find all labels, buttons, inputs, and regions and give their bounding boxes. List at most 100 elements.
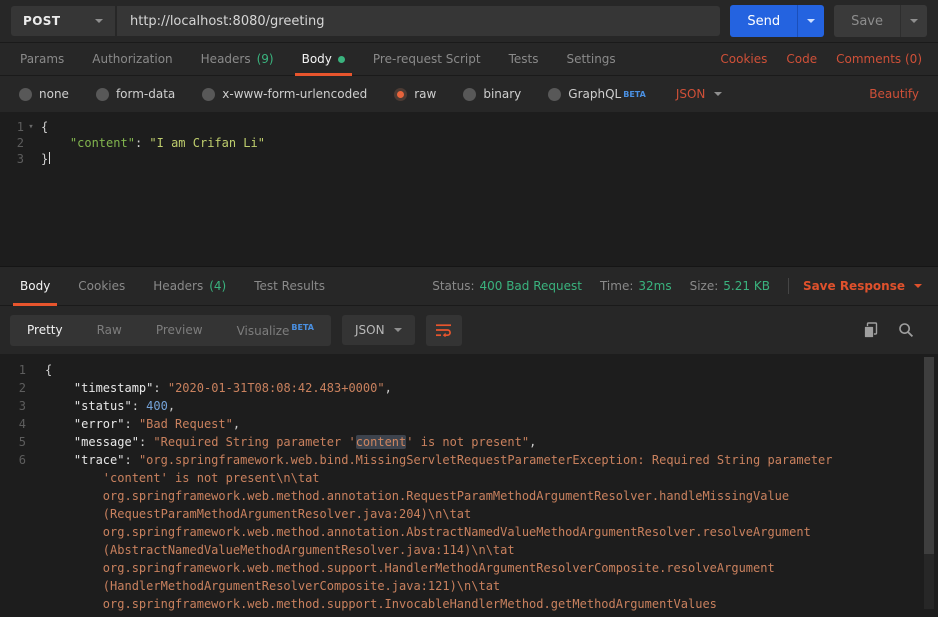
fold-caret-slot [24, 151, 38, 167]
token: : [153, 381, 168, 395]
radio-icon [463, 87, 477, 101]
token: (AbstractNamedValueMethodArgumentResolve… [102, 543, 515, 557]
response-tab-cookies[interactable]: Cookies [64, 267, 139, 305]
wrap-text-button[interactable] [425, 314, 462, 346]
code-line[interactable]: 1{ [0, 361, 938, 379]
view-tab-visualize[interactable]: Visualize BETA [220, 315, 331, 346]
body-type-option-form-data[interactable]: form-data [95, 87, 176, 101]
code-line[interactable]: org.springframework.web.method.support.I… [0, 595, 938, 613]
code-line[interactable]: 1 ▾{ [0, 119, 938, 135]
line-number: 1 [0, 361, 42, 379]
line-number: 1 ▾ [0, 119, 38, 135]
request-language-select[interactable]: JSON [676, 87, 723, 101]
tab-label: Settings [566, 52, 616, 66]
code-text: "status": 400, [42, 397, 175, 415]
token: , [529, 435, 537, 449]
response-language-select[interactable]: JSON [342, 315, 415, 345]
response-body-editor[interactable]: 1{2 "timestamp": "2020-01-31T08:08:42.48… [0, 361, 938, 613]
body-type-option-x-www-form-urlencoded[interactable]: x-www-form-urlencoded [202, 87, 367, 101]
tab-body[interactable]: Body [288, 43, 359, 76]
link-comments-0[interactable]: Comments (0) [836, 52, 922, 66]
token: "Required String parameter ' [153, 435, 356, 449]
view-tab-preview[interactable]: Preview [139, 315, 220, 346]
search-button[interactable] [898, 322, 914, 338]
view-tab-raw[interactable]: Raw [80, 315, 139, 346]
option-label: binary [483, 87, 522, 101]
code-line[interactable]: (AbstractNamedValueMethodArgumentResolve… [0, 541, 938, 559]
response-tab-headers[interactable]: Headers (4) [139, 267, 240, 305]
code-text: (HandlerMethodArgumentResolverComposite.… [42, 577, 500, 595]
link-code[interactable]: Code [786, 52, 817, 66]
line-number: 3 [0, 397, 42, 415]
fold-caret-icon[interactable]: ▾ [24, 119, 38, 135]
body-type-option-none[interactable]: none [19, 87, 69, 101]
tab-tests[interactable]: Tests [495, 43, 553, 75]
tab-settings[interactable]: Settings [552, 43, 629, 75]
save-split-button: Save [834, 5, 927, 37]
tab-pre-request-script[interactable]: Pre-request Script [359, 43, 495, 75]
code-line[interactable]: 3} [0, 151, 938, 167]
body-type-options: none form-data x-www-form-urlencoded raw bin… [19, 87, 646, 101]
link-cookies[interactable]: Cookies [720, 52, 767, 66]
code-line[interactable]: org.springframework.web.method.annotatio… [0, 523, 938, 541]
view-tab-pretty[interactable]: Pretty [10, 315, 80, 346]
token: "error" [73, 417, 125, 431]
code-line[interactable]: 2 "content": "I am Crifan Li" [0, 135, 938, 151]
token: "message" [73, 435, 139, 449]
code-line[interactable]: (RequestParamMethodArgumentResolver.java… [0, 505, 938, 523]
code-line[interactable]: 3 "status": 400, [0, 397, 938, 415]
copy-button[interactable] [863, 321, 879, 339]
send-button[interactable]: Send [730, 5, 798, 37]
tab-label: Body [20, 279, 51, 293]
code-line[interactable]: 2 "timestamp": "2020-01-31T08:08:42.483+… [0, 379, 938, 397]
response-tab-test-results[interactable]: Test Results [240, 267, 339, 305]
save-button[interactable]: Save [834, 5, 900, 37]
tab-headers[interactable]: Headers (9) [187, 43, 288, 75]
token: { [41, 120, 49, 134]
line-number-text: 2 [18, 381, 26, 395]
green-dot-icon [337, 55, 345, 63]
tab-authorization[interactable]: Authorization [78, 43, 186, 75]
view-label: Preview [155, 322, 203, 337]
chevron-down-icon [914, 284, 922, 288]
line-number [0, 577, 42, 595]
token: { [45, 363, 53, 377]
body-type-option-raw[interactable]: raw [394, 87, 436, 101]
code-line[interactable]: 4 "error": "Bad Request", [0, 415, 938, 433]
code-line[interactable]: (HandlerMethodArgumentResolverComposite.… [0, 577, 938, 595]
tab-params[interactable]: Params [6, 43, 78, 75]
scrollbar-thumb[interactable] [924, 357, 934, 554]
code-line[interactable]: 'content' is not present\n\tat [0, 469, 938, 487]
save-options-button[interactable] [900, 5, 927, 37]
code-text: (RequestParamMethodArgumentResolver.java… [42, 505, 471, 523]
line-number [0, 487, 42, 505]
option-label: GraphQL [568, 87, 622, 101]
save-response-button[interactable]: Save Response [803, 279, 922, 293]
code-text: "message": "Required String parameter 'c… [42, 433, 536, 451]
token: : [124, 453, 139, 467]
code-line[interactable]: 6 "trace": "org.springframework.web.bind… [0, 451, 938, 469]
send-options-button[interactable] [797, 5, 825, 37]
method-label: POST [23, 14, 61, 28]
response-tab-body[interactable]: Body [6, 267, 64, 306]
response-action-icons [863, 321, 928, 339]
code-line[interactable]: org.springframework.web.method.annotatio… [0, 487, 938, 505]
option-label: form-data [115, 87, 176, 101]
radio-icon [95, 87, 109, 101]
body-type-option-graphql[interactable]: GraphQL BETA [548, 87, 646, 101]
beautify-link[interactable]: Beautify [869, 87, 919, 101]
code-line[interactable]: org.springframework.web.method.support.H… [0, 559, 938, 577]
url-input[interactable]: http://localhost:8080/greeting [117, 6, 721, 36]
chevron-down-icon [910, 19, 918, 23]
response-scrollbar[interactable] [924, 357, 934, 609]
request-body-editor[interactable]: 1 ▾{2 "content": "I am Crifan Li" 3} [0, 112, 938, 266]
chevron-down-icon [393, 328, 402, 332]
method-select[interactable]: POST [11, 6, 117, 36]
body-type-option-binary[interactable]: binary [463, 87, 521, 101]
line-number-text: 1 [18, 363, 26, 377]
code-line[interactable]: 5 "message": "Required String parameter … [0, 433, 938, 451]
line-number-text: 5 [18, 435, 26, 449]
